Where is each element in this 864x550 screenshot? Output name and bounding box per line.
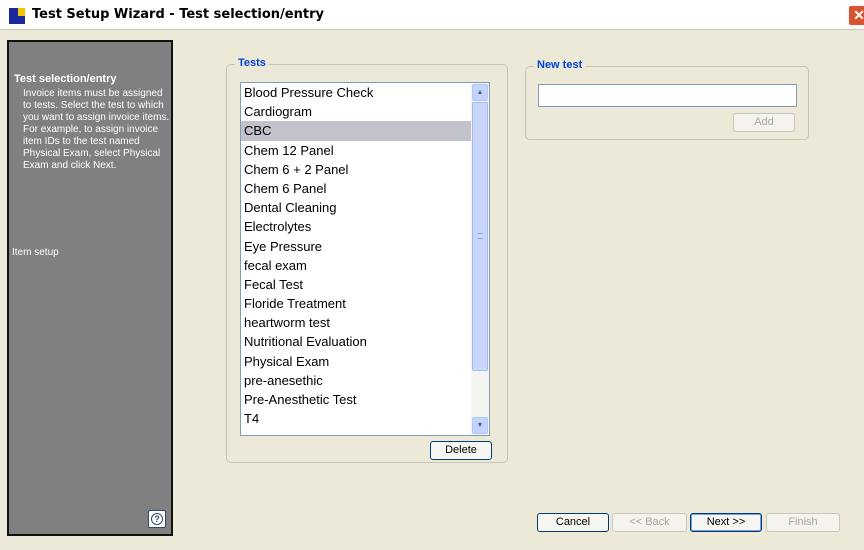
help-button[interactable]: ? bbox=[148, 510, 166, 528]
list-item[interactable]: Pre-Anesthetic Test bbox=[241, 390, 471, 409]
add-button[interactable]: Add bbox=[733, 113, 795, 132]
new-test-input[interactable] bbox=[538, 84, 797, 107]
cancel-button[interactable]: Cancel bbox=[537, 513, 609, 532]
wizard-sidebar: Test selection/entry Invoice items must … bbox=[7, 40, 173, 536]
back-button[interactable]: << Back bbox=[612, 513, 687, 532]
list-item[interactable]: Cardiogram bbox=[241, 102, 471, 121]
title-bar[interactable]: Test Setup Wizard - Test selection/entry… bbox=[0, 0, 864, 30]
help-icon: ? bbox=[151, 513, 163, 525]
list-item[interactable]: Eye Pressure bbox=[241, 237, 471, 256]
scroll-down-icon[interactable]: ▼ bbox=[472, 417, 488, 434]
list-item[interactable]: Dental Cleaning bbox=[241, 198, 471, 217]
tests-scrollbar[interactable]: ▲ ▼ bbox=[471, 83, 489, 435]
list-item[interactable]: pre-anesethic bbox=[241, 371, 471, 390]
list-item[interactable]: T4 bbox=[241, 409, 471, 428]
list-item[interactable]: Electrolytes bbox=[241, 217, 471, 236]
list-item[interactable]: Fecal Test bbox=[241, 275, 471, 294]
new-test-group-label: New test bbox=[534, 59, 586, 71]
delete-button[interactable]: Delete bbox=[430, 441, 492, 460]
sidebar-description: Invoice items must be assigned to tests.… bbox=[23, 88, 170, 171]
scroll-up-icon[interactable]: ▲ bbox=[472, 84, 488, 101]
window-title: Test Setup Wizard - Test selection/entry bbox=[32, 7, 324, 22]
finish-button[interactable]: Finish bbox=[766, 513, 840, 532]
sidebar-step-title: Test selection/entry bbox=[14, 73, 117, 85]
list-item[interactable]: Blood Pressure Check bbox=[241, 83, 471, 102]
sidebar-next-step: Item setup bbox=[12, 247, 59, 258]
tests-list: Blood Pressure Check Cardiogram CBC Chem 12… bbox=[241, 83, 471, 428]
list-item[interactable]: heartworm test bbox=[241, 313, 471, 332]
list-item[interactable]: CBC bbox=[241, 121, 471, 141]
grip-icon bbox=[478, 233, 483, 239]
list-item[interactable]: Nutritional Evaluation bbox=[241, 332, 471, 351]
list-item[interactable]: Physical Exam bbox=[241, 352, 471, 371]
app-icon bbox=[9, 8, 25, 24]
tests-listbox[interactable]: Blood Pressure Check Cardiogram CBC Chem 12… bbox=[240, 82, 490, 436]
close-button[interactable]: ✕ bbox=[848, 5, 864, 26]
tests-group-label: Tests bbox=[235, 57, 269, 69]
list-item[interactable]: Chem 12 Panel bbox=[241, 141, 471, 160]
scroll-thumb[interactable] bbox=[472, 102, 488, 371]
wizard-window: Test Setup Wizard - Test selection/entry… bbox=[0, 0, 864, 550]
list-item[interactable]: Floride Treatment bbox=[241, 294, 471, 313]
list-item[interactable]: Chem 6 Panel bbox=[241, 179, 471, 198]
list-item[interactable]: Chem 6 + 2 Panel bbox=[241, 160, 471, 179]
list-item[interactable]: fecal exam bbox=[241, 256, 471, 275]
next-button[interactable]: Next >> bbox=[690, 513, 762, 532]
